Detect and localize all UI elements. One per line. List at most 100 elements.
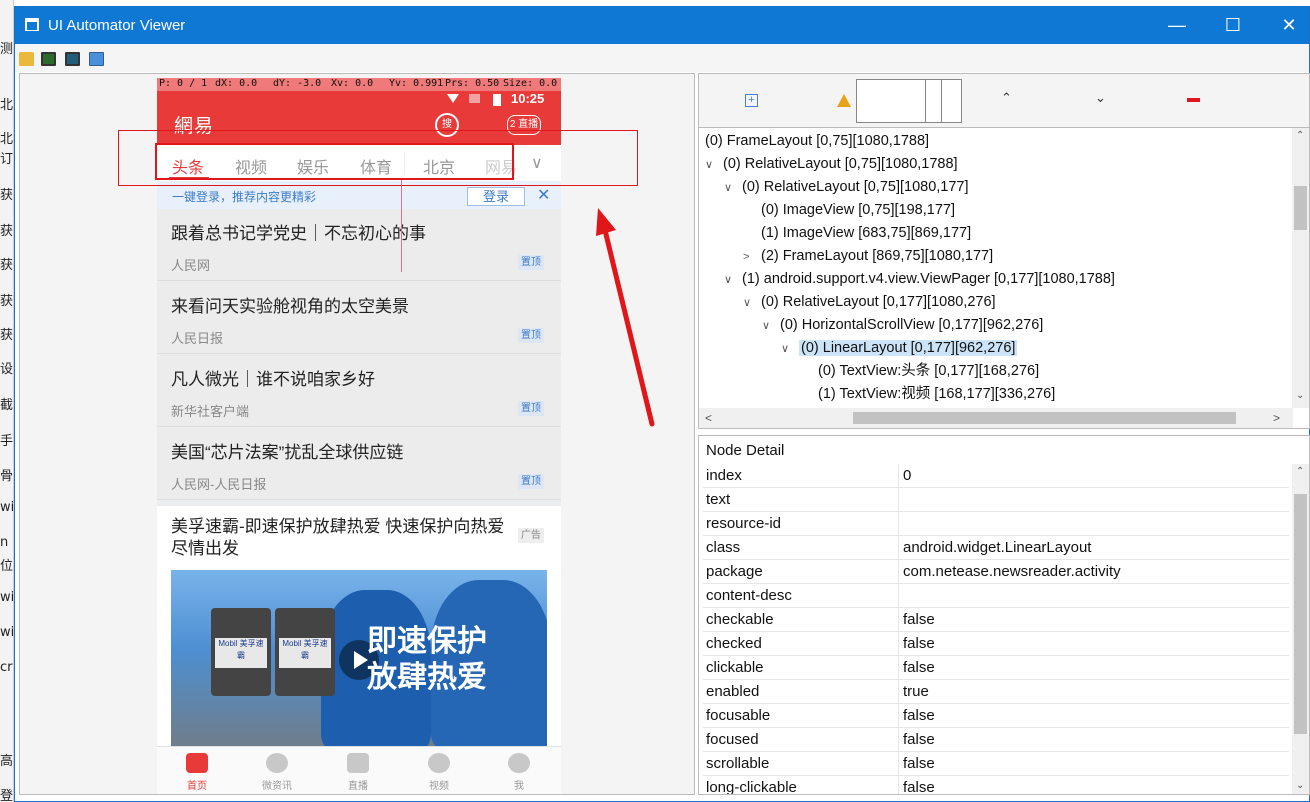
- bg-char: 获: [0, 224, 14, 239]
- tree-node[interactable]: (1) TextView:视频 [168,177][336,276]: [800, 383, 1055, 405]
- tree-node[interactable]: ∨ (0) RelativeLayout [0,75][1080,177]: [724, 176, 969, 198]
- tree-node[interactable]: > (2) FrameLayout [869,75][1080,177]: [743, 245, 993, 267]
- detail-vertical-scrollbar[interactable]: ⌃ ⌄: [1292, 464, 1309, 794]
- property-value: false: [903, 755, 935, 772]
- property-row[interactable]: class android.widget.LinearLayout: [703, 536, 1289, 560]
- scroll-down-icon[interactable]: ⌄: [1296, 780, 1304, 791]
- property-key: clickable: [706, 659, 764, 676]
- tree-node-label: (1) android.support.v4.view.ViewPager [0…: [742, 271, 1115, 287]
- tree-node[interactable]: (0) FrameLayout [0,75][1080,1788]: [705, 130, 929, 152]
- news-source: 人民网: [171, 258, 211, 273]
- property-row[interactable]: resource-id: [703, 512, 1289, 536]
- list-item[interactable]: 美国“芯片法案”扰乱全球供应链 人民网-人民日报 置顶: [157, 428, 561, 500]
- ad-badge: 广告: [518, 528, 544, 543]
- next-icon[interactable]: ⌄: [1095, 90, 1106, 106]
- minimize-button[interactable]: —: [1149, 7, 1205, 44]
- list-item[interactable]: 跟着总书记学党史｜不忘初心的事 人民网 置顶: [157, 209, 561, 281]
- property-value: false: [903, 611, 935, 628]
- property-row[interactable]: scrollable false: [703, 752, 1289, 776]
- bg-char: 位: [0, 559, 14, 574]
- tree-node[interactable]: ∨ (0) LinearLayout [0,177][962,276]: [781, 337, 1018, 360]
- news-source: 新华社客户端: [171, 404, 250, 419]
- tree-vertical-scrollbar[interactable]: ⌃ ⌄: [1292, 128, 1309, 408]
- annotation-arrow: [596, 208, 655, 427]
- property-row[interactable]: package com.netease.newsreader.activity: [703, 560, 1289, 584]
- scroll-up-icon[interactable]: ⌃: [1296, 466, 1304, 477]
- nav-video[interactable]: 视频: [409, 753, 469, 792]
- property-row[interactable]: focusable false: [703, 704, 1289, 728]
- tree-node[interactable]: ∨ (0) RelativeLayout [0,177][1080,276]: [743, 291, 996, 313]
- property-value: false: [903, 731, 935, 748]
- property-value: android.widget.LinearLayout: [903, 539, 1092, 556]
- bg-char: 登: [0, 789, 14, 802]
- close-button[interactable]: ✕: [1261, 7, 1310, 44]
- tree-node[interactable]: (0) ImageView [0,75][198,177]: [743, 199, 955, 221]
- scroll-thumb[interactable]: [1294, 186, 1307, 230]
- bg-char: 订: [0, 152, 14, 167]
- highlight-box-selected-node: [155, 143, 514, 180]
- scroll-up-icon[interactable]: ⌃: [1296, 130, 1304, 141]
- tree-node-label: (0) RelativeLayout [0,75][1080,177]: [742, 179, 969, 195]
- property-row[interactable]: long-clickable false: [703, 776, 1289, 795]
- close-icon[interactable]: ✕: [537, 185, 550, 205]
- scroll-thumb[interactable]: [853, 412, 1236, 424]
- scroll-left-icon[interactable]: <: [705, 411, 712, 425]
- device-screenshot-compressed-icon[interactable]: [65, 52, 80, 66]
- open-folder-icon[interactable]: [19, 52, 34, 66]
- ad-image[interactable]: Mobil 美孚速霸 Mobil 美孚速霸 即速保护 放肆热爱: [171, 570, 547, 746]
- tree-node[interactable]: ∨ (0) RelativeLayout [0,75][1080,1788]: [705, 153, 958, 175]
- save-icon[interactable]: [89, 52, 104, 66]
- tv-icon: [347, 753, 369, 773]
- tree-node-label: (1) TextView:视频 [168,177][336,276]: [818, 386, 1056, 402]
- previous-icon[interactable]: ⌃: [1001, 90, 1012, 106]
- pinned-badge: 置顶: [518, 474, 544, 489]
- title-bar[interactable]: UI Automator Viewer — ☐ ✕: [15, 7, 1309, 44]
- list-item[interactable]: 凡人微光｜谁不说咱家乡好 新华社客户端 置顶: [157, 355, 561, 427]
- ad-card[interactable]: 美孚速霸-即速保护放肆热爱 快速保护向热爱尽情出发 广告 Mobil 美孚速霸 …: [157, 506, 561, 746]
- bottom-nav: 首页 微资讯 直播 视频 我: [157, 746, 561, 794]
- clear-icon[interactable]: [1187, 98, 1200, 102]
- login-button[interactable]: 登录: [467, 187, 525, 206]
- warning-icon[interactable]: [837, 94, 851, 107]
- tree-node[interactable]: ∨ (1) android.support.v4.view.ViewPager […: [724, 268, 1115, 290]
- property-row[interactable]: index 0: [703, 464, 1289, 488]
- property-value: true: [903, 683, 929, 700]
- column-divider: [898, 512, 899, 536]
- property-row[interactable]: content-desc: [703, 584, 1289, 608]
- list-item[interactable]: 来看问天实验舱视角的太空美景 人民日报 置顶: [157, 282, 561, 354]
- property-row[interactable]: clickable false: [703, 656, 1289, 680]
- ad-slogan-line: 放肆热爱: [367, 661, 487, 694]
- column-divider: [898, 608, 899, 632]
- expand-icon[interactable]: >: [743, 246, 761, 268]
- property-row[interactable]: text: [703, 488, 1289, 512]
- collapse-icon[interactable]: ∨: [705, 154, 723, 176]
- nav-home[interactable]: 首页: [167, 753, 227, 792]
- scroll-thumb[interactable]: [1294, 494, 1307, 734]
- collapse-icon[interactable]: ∨: [743, 292, 761, 314]
- tree-horizontal-scrollbar[interactable]: < >: [699, 408, 1293, 428]
- property-key: long-clickable: [706, 779, 797, 795]
- maximize-button[interactable]: ☐: [1205, 7, 1261, 44]
- tree-node[interactable]: (0) TextView:头条 [0,177][168,276]: [800, 360, 1039, 382]
- hierarchy-tree[interactable]: (0) FrameLayout [0,75][1080,1788] ∨ (0) Re…: [698, 127, 1310, 429]
- collapse-icon[interactable]: ∨: [762, 315, 780, 337]
- expand-all-icon[interactable]: +: [745, 94, 758, 107]
- search-input[interactable]: [856, 79, 962, 123]
- device-screenshot-icon[interactable]: [41, 52, 56, 66]
- nav-micro-news[interactable]: 微资讯: [247, 753, 307, 792]
- collapse-icon[interactable]: ∨: [724, 177, 742, 199]
- scroll-down-icon[interactable]: ⌄: [1296, 390, 1304, 401]
- property-row[interactable]: checkable false: [703, 608, 1289, 632]
- property-value: false: [903, 707, 935, 724]
- property-row[interactable]: focused false: [703, 728, 1289, 752]
- collapse-icon[interactable]: ∨: [724, 269, 742, 291]
- news-headline: 美国“芯片法案”扰乱全球供应链: [171, 443, 404, 462]
- tree-node[interactable]: (1) ImageView [683,75][869,177]: [743, 222, 971, 244]
- nav-me[interactable]: 我: [489, 753, 549, 792]
- property-row[interactable]: enabled true: [703, 680, 1289, 704]
- nav-live[interactable]: 直播: [328, 753, 388, 792]
- scroll-right-icon[interactable]: >: [1273, 411, 1280, 425]
- tree-node[interactable]: ∨ (0) HorizontalScrollView [0,177][962,27…: [762, 314, 1043, 336]
- property-row[interactable]: checked false: [703, 632, 1289, 656]
- collapse-icon[interactable]: ∨: [781, 338, 799, 360]
